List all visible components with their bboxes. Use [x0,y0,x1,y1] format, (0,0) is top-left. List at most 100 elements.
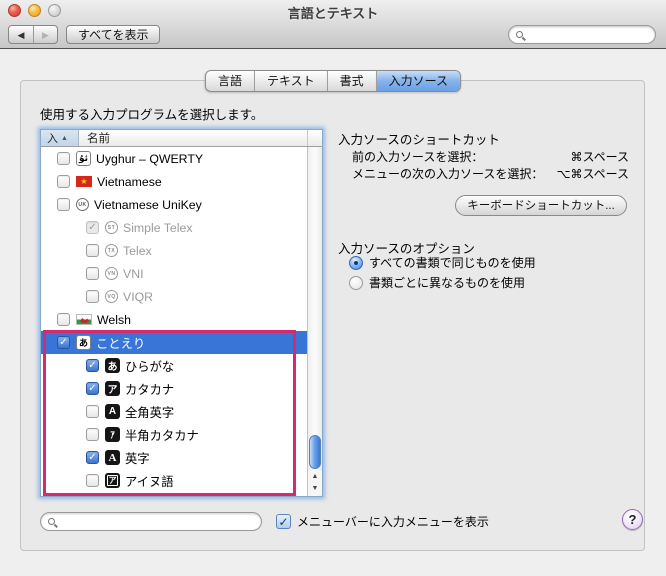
list-scrollbar[interactable]: ▲ ▼ [307,147,322,496]
toolbar-search[interactable] [508,25,656,44]
forward-button[interactable]: ▶ [33,26,57,43]
radio-unselected-icon[interactable] [349,275,363,290]
row-label: カタカナ [125,382,175,397]
column-header-enabled-label: 入 [47,133,58,145]
hiragana-icon: あ [105,358,120,373]
shortcut-value: ⌘スペース [570,150,629,164]
toolbar-search-input[interactable] [523,28,655,41]
list-header: 入 ▲ 名前 [41,130,322,147]
filter-search-input[interactable] [55,515,261,528]
row-checkbox[interactable] [86,428,99,441]
row-checkbox[interactable] [86,405,99,418]
list-row[interactable]: A 全角英字 [41,400,322,423]
row-checkbox[interactable] [86,290,99,303]
list-row[interactable]: ✓ アカタカナ [41,377,322,400]
row-checkbox[interactable]: ✓ [86,382,99,395]
tab-text[interactable]: テキスト [253,71,327,91]
row-checkbox[interactable] [57,175,70,188]
list-row[interactable]: アアイヌ語 [41,469,322,492]
unikey-icon: UK [76,198,89,211]
halfwidth-katakana-icon: ｱ [105,427,120,442]
row-label: Simple Telex [123,220,193,235]
row-label: ことえり [96,336,146,351]
help-button[interactable]: ? [622,509,643,530]
list-row[interactable]: VN VNI [41,262,322,285]
list-row[interactable]: VQ VIQR [41,285,322,308]
row-label: Uyghur – QWERTY [96,151,204,166]
checkbox-checked-icon[interactable]: ✓ [276,514,291,529]
radio-different-per-document[interactable]: 書類ごとに異なるものを使用 [349,274,525,291]
scroll-down-button[interactable]: ▼ [308,483,322,495]
row-label: ひらがな [125,359,175,374]
row-label: Telex [123,243,152,258]
window-title: 言語とテキスト [287,6,379,21]
row-checkbox[interactable] [57,152,70,165]
radio-label: 書類ごとに異なるものを使用 [369,276,526,290]
list-row[interactable]: ✓ あひらがな [41,354,322,377]
list-row[interactable]: ✓ あことえり [41,331,322,354]
row-checkbox[interactable] [86,244,99,257]
row-checkbox[interactable] [86,267,99,280]
tab-language[interactable]: 言語 [206,71,254,91]
row-checkbox[interactable]: ✓ [86,359,99,372]
uyghur-icon: ئۇ [76,151,91,166]
back-button[interactable]: ◀ [9,26,33,43]
preferences-window: 言語とテキスト ◀ ▶ すべてを表示 言語 テキスト 書式 入力ソース 使用する… [0,0,666,576]
tab-formats[interactable]: 書式 [326,71,376,91]
nav-buttons: ◀ ▶ [8,25,58,44]
telex-icon: TX [105,244,118,257]
window-chrome: 言語とテキスト ◀ ▶ すべてを表示 [0,0,666,49]
katakana-icon: ア [105,381,120,396]
keyboard-shortcuts-button[interactable]: キーボードショートカット... [455,195,627,216]
tab-bar: 言語 テキスト 書式 入力ソース [204,70,462,92]
list-row[interactable]: TX Telex [41,239,322,262]
shortcut-label: 前の入力ソースを選択： [352,150,484,164]
vni-icon: VN [105,267,118,280]
radio-selected-icon[interactable] [349,255,363,270]
instruction-text: 使用する入力プログラムを選択します。 [40,108,264,122]
list-row[interactable]: ★ Vietnamese [41,170,322,193]
radio-label: すべての書類で同じものを使用 [369,256,536,270]
simple-telex-icon: ST [105,221,118,234]
checkbox-label: メニューバーに入力メニューを表示 [297,515,489,529]
shortcut-row: 前の入力ソースを選択： ⌘スペース [352,148,629,165]
viqr-icon: VQ [105,290,118,303]
tab-input-sources[interactable]: 入力ソース [375,71,461,91]
shortcut-label: メニューの次の入力ソースを選択： [352,167,544,181]
search-icon [48,518,55,525]
scroll-up-button[interactable]: ▲ [308,471,322,483]
row-checkbox[interactable]: ✓ [86,221,99,234]
row-checkbox[interactable] [86,474,99,487]
row-label: アイヌ語 [125,474,174,489]
fullwidth-roman-icon: A [105,404,120,419]
row-checkbox[interactable]: ✓ [57,336,70,349]
list-row[interactable]: ✓ ST Simple Telex [41,216,322,239]
list-row[interactable]: ئۇ Uyghur – QWERTY [41,147,322,170]
radio-same-for-all-documents[interactable]: すべての書類で同じものを使用 [349,254,536,271]
row-label: Vietnamese UniKey [94,197,202,212]
list-row[interactable]: UK Vietnamese UniKey [41,193,322,216]
column-header-name[interactable]: 名前 [79,130,307,146]
kotoeri-icon: あ [76,335,91,350]
list-row[interactable]: ｱ 半角カタカナ [41,423,322,446]
column-header-enabled[interactable]: 入 ▲ [41,130,79,146]
scrollbar-thumb[interactable] [309,435,321,469]
show-input-menu-checkbox[interactable]: ✓ メニューバーに入力メニューを表示 [276,513,489,530]
list-row[interactable]: Welsh [41,308,322,331]
row-label: 半角カタカナ [125,428,199,443]
row-label: VIQR [123,289,154,304]
list-row[interactable]: ✓ A 英字 [41,446,322,469]
list-filter-search[interactable] [40,512,262,531]
row-label: Vietnamese [97,174,162,189]
show-all-button[interactable]: すべてを表示 [66,25,161,44]
search-icon [516,31,523,38]
sort-ascending-icon: ▲ [61,134,68,142]
row-checkbox[interactable] [57,313,70,326]
row-checkbox[interactable] [57,198,70,211]
welsh-flag-icon [76,314,92,325]
input-source-list-body: ئۇ Uyghur – QWERTY ★ Vietnamese UK Vietnamese… [41,147,322,496]
romaji-icon: A [105,450,120,465]
shortcut-value: ⌥⌘スペース [556,167,629,181]
column-header-spacer [307,130,322,146]
row-checkbox[interactable]: ✓ [86,451,99,464]
